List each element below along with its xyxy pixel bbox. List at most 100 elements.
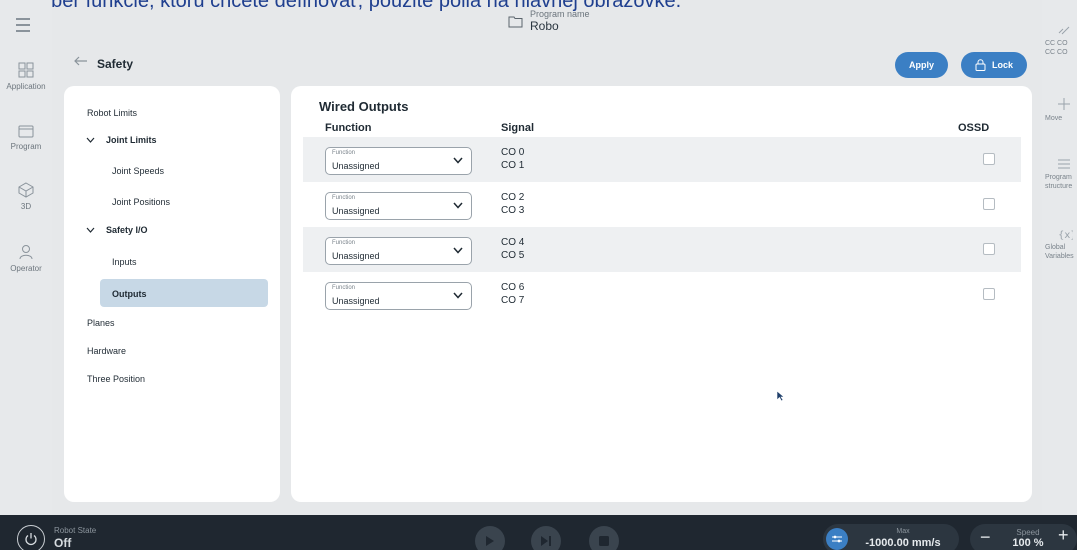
robot-state-value: Off xyxy=(54,536,72,550)
person-icon xyxy=(19,245,33,260)
tree-inputs[interactable]: Inputs xyxy=(112,257,137,267)
signal-a: CO 0 xyxy=(501,147,525,158)
apply-button[interactable]: Apply xyxy=(895,52,948,78)
tree-safety-io[interactable]: Safety I/O xyxy=(106,225,148,235)
nav-label: Program structure xyxy=(1045,174,1073,190)
lock-button[interactable]: Lock xyxy=(961,52,1027,78)
nav-label: Operator xyxy=(10,264,42,273)
speed-label: Speed xyxy=(1016,528,1040,537)
output-row: Function Unassigned CO 0 CO 1 xyxy=(303,137,1021,182)
function-select-value: Unassigned xyxy=(332,161,380,171)
page-title: Safety xyxy=(97,57,134,71)
function-select-value: Unassigned xyxy=(332,206,380,216)
signal-cell: CO 6 CO 7 xyxy=(501,281,524,307)
play-icon xyxy=(486,536,494,546)
max-speed-control[interactable]: Max -1000.00 mm/s xyxy=(823,524,959,550)
top-bar: Program name Robo xyxy=(52,0,1042,40)
cube-icon xyxy=(18,182,34,198)
function-select-label: Function xyxy=(332,150,356,156)
play-button[interactable] xyxy=(475,526,505,550)
tree-joint-limits[interactable]: Joint Limits xyxy=(106,135,157,145)
lock-button-label: Lock xyxy=(991,60,1013,70)
nav-program-structure[interactable]: Program structure xyxy=(1042,158,1077,191)
signal-cell: CO 0 CO 1 xyxy=(501,146,524,172)
svg-text:{x}: {x} xyxy=(1058,230,1073,240)
list-icon xyxy=(1058,159,1070,169)
right-nav: CC CO CC CO Move Program structure {x} G… xyxy=(1042,0,1077,515)
nav-label: 3D xyxy=(20,202,32,211)
tree-outputs[interactable]: Outputs xyxy=(112,289,147,299)
column-header-ossd: OSSD xyxy=(958,122,990,134)
nav-move[interactable]: Move xyxy=(1042,97,1077,123)
ossd-checkbox[interactable] xyxy=(983,288,995,300)
column-header-signal: Signal xyxy=(501,122,535,134)
speed-decrease-button[interactable]: − xyxy=(980,527,991,548)
nav-label: Global Variables xyxy=(1045,244,1074,260)
speed-value: 100 % xyxy=(1012,537,1044,549)
nav-global-variables[interactable]: {x} Global Variables xyxy=(1042,228,1077,261)
tree-robot-limits[interactable]: Robot Limits xyxy=(87,108,137,118)
page-header: Safety Apply Lock xyxy=(52,40,1042,86)
chevron-down-icon xyxy=(453,292,463,299)
power-icon xyxy=(25,533,37,546)
function-select[interactable]: Function Unassigned xyxy=(325,237,472,265)
menu-icon[interactable] xyxy=(16,18,34,32)
function-select[interactable]: Function Unassigned xyxy=(325,147,472,175)
function-select-label: Function xyxy=(332,240,356,246)
nav-program[interactable]: Program xyxy=(0,124,52,151)
nav-label: Move xyxy=(1045,115,1063,122)
function-select-value: Unassigned xyxy=(332,251,380,261)
signal-a: CO 4 xyxy=(501,237,525,248)
ossd-checkbox[interactable] xyxy=(983,198,995,210)
signal-a: CO 2 xyxy=(501,192,525,203)
function-select-label: Function xyxy=(332,195,356,201)
chevron-down-icon xyxy=(453,247,463,254)
left-nav: Application Program 3D Operator xyxy=(0,0,52,515)
function-select[interactable]: Function Unassigned xyxy=(325,192,472,220)
signal-b: CO 7 xyxy=(501,295,525,306)
max-value: -1000.00 mm/s xyxy=(865,537,941,549)
ossd-checkbox[interactable] xyxy=(983,243,995,255)
nav-label: Application xyxy=(6,82,46,91)
speed-increase-button[interactable]: + xyxy=(1058,525,1069,546)
function-select[interactable]: Function Unassigned xyxy=(325,282,472,310)
function-select-label: Function xyxy=(332,285,356,291)
column-header-function: Function xyxy=(325,122,372,134)
output-row: Function Unassigned CO 4 CO 5 xyxy=(303,227,1021,272)
output-row: Function Unassigned CO 2 CO 3 xyxy=(303,182,1021,227)
tree-planes[interactable]: Planes xyxy=(87,318,115,328)
tree-joint-speeds[interactable]: Joint Speeds xyxy=(112,166,164,176)
safety-tree-panel: Robot Limits Joint Limits Joint Speeds J… xyxy=(64,86,280,502)
step-forward-icon xyxy=(541,536,551,546)
program-name-value: Robo xyxy=(530,19,559,33)
ossd-checkbox[interactable] xyxy=(983,153,995,165)
folder-icon xyxy=(18,125,34,138)
signal-b: CO 1 xyxy=(501,160,525,171)
chevron-down-icon[interactable] xyxy=(86,227,95,233)
signal-b: CO 3 xyxy=(501,205,525,216)
folder-open-icon xyxy=(508,16,523,27)
chevron-down-icon[interactable] xyxy=(86,137,95,143)
link-icon xyxy=(1058,26,1070,35)
stop-button[interactable] xyxy=(589,526,619,550)
step-button[interactable] xyxy=(531,526,561,550)
tree-three-position[interactable]: Three Position xyxy=(87,374,145,384)
nav-operator[interactable]: Operator xyxy=(0,244,52,273)
nav-cc-co[interactable]: CC CO CC CO xyxy=(1042,24,1077,57)
stop-icon xyxy=(599,536,609,546)
signal-cell: CO 4 CO 5 xyxy=(501,236,524,262)
section-title: Wired Outputs xyxy=(319,99,409,114)
bottom-status-bar: Robot State Off Max -1000.00 mm/s − Spee… xyxy=(0,515,1077,550)
nav-label: Program xyxy=(10,142,42,151)
tree-hardware[interactable]: Hardware xyxy=(87,346,126,356)
function-select-value: Unassigned xyxy=(332,296,380,306)
tree-joint-positions[interactable]: Joint Positions xyxy=(112,197,170,207)
output-row: Function Unassigned CO 6 CO 7 xyxy=(303,272,1021,317)
power-button[interactable] xyxy=(17,525,45,550)
nav-application[interactable]: Application xyxy=(0,62,52,91)
program-name[interactable]: Program name Robo xyxy=(508,9,590,33)
chevron-down-icon xyxy=(453,202,463,209)
back-arrow-icon[interactable] xyxy=(74,56,88,66)
nav-label: CC CO CC CO xyxy=(1045,40,1068,56)
nav-3d[interactable]: 3D xyxy=(0,182,52,211)
